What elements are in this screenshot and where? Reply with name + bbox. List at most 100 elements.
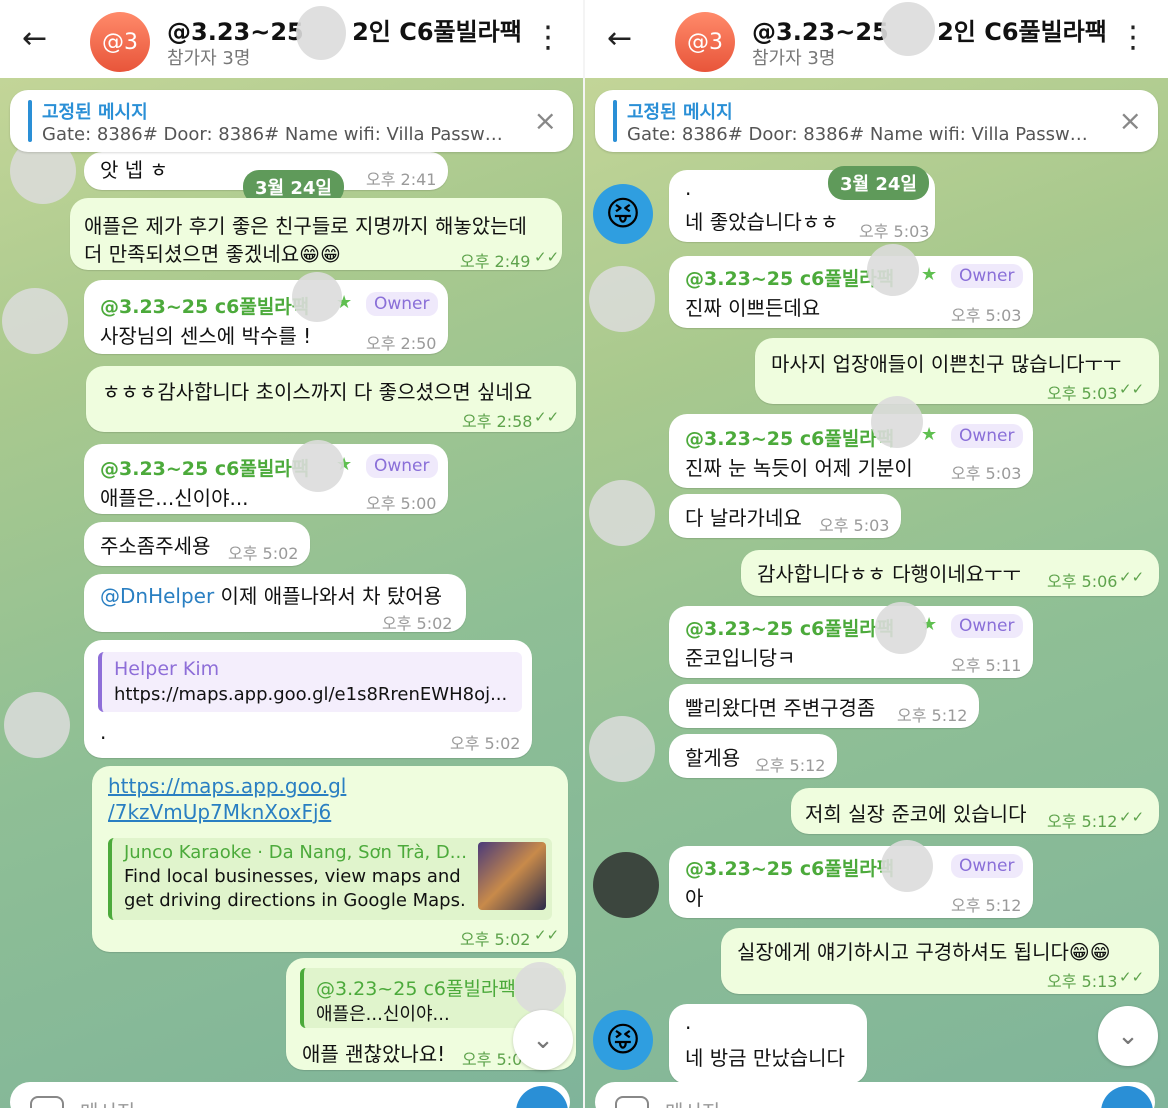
message-bubble[interactable]: 빨리왔다면 주변구경좀 오후 5:12 xyxy=(669,684,979,728)
read-check-icon: ✓✓ xyxy=(1119,568,1145,586)
scroll-down-button[interactable]: ⌄ xyxy=(513,1010,573,1070)
message-text: 실장에게 얘기하시고 구경하셔도 됩니다😁😁 xyxy=(737,940,1111,964)
reply-name: @3.23~25 c6풀빌라팩 xyxy=(316,978,516,1000)
participant-count: 참가자 3명 xyxy=(752,48,836,69)
avatar[interactable] xyxy=(2,288,68,354)
message-time: 오후 2:58 xyxy=(462,412,533,431)
message-bubble[interactable]: . 네 방금 만났습니다 xyxy=(669,1004,867,1084)
avatar[interactable] xyxy=(589,716,655,782)
link-preview[interactable]: Junco Karaoke · Da Nang, Sơn Trà, D... F… xyxy=(108,838,552,920)
message-bubble[interactable]: @3.23~25 c6풀빌라팩 ★ Owner 진짜 눈 녹듯이 어제 기분이 … xyxy=(669,414,1033,488)
message-text: 애플 괜찮았나요! xyxy=(302,1042,446,1066)
avatar[interactable] xyxy=(589,480,655,546)
read-check-icon: ✓✓ xyxy=(1119,380,1145,398)
message-bubble[interactable]: ㅎㅎㅎ감사합니다 초이스까지 다 좋으셨으면 싶네요 오후 2:58 ✓✓ xyxy=(86,366,576,432)
message-text: . xyxy=(685,1010,692,1034)
pinned-title: 고정된 메시지 xyxy=(42,102,148,123)
more-options-icon[interactable]: ⋮ xyxy=(533,20,563,56)
back-arrow-icon[interactable]: ← xyxy=(607,22,632,56)
avatar[interactable] xyxy=(589,266,655,332)
message-bubble[interactable]: @3.23~25 c6풀빌라팩 ★ Owner 사장님의 센스에 박수를 ! 오… xyxy=(84,280,448,354)
message-time: 오후 5:00 xyxy=(366,494,437,513)
message-bubble[interactable]: 실장에게 얘기하시고 구경하셔도 됩니다😁😁 오후 5:13 ✓✓ xyxy=(721,928,1159,994)
avatar[interactable]: 😝 xyxy=(593,184,653,244)
message-time: 오후 5:03 xyxy=(951,464,1022,483)
read-check-icon: ✓✓ xyxy=(534,926,560,944)
message-text: 진짜 이쁘든데요 xyxy=(685,296,821,320)
message-input-bar[interactable]: 메시지 xyxy=(595,1082,1155,1108)
more-options-icon[interactable]: ⋮ xyxy=(1118,20,1148,56)
emoji-icon[interactable] xyxy=(30,1096,64,1108)
message-text: 앗 넵 ㅎ xyxy=(100,158,168,182)
emoji-icon[interactable] xyxy=(615,1096,649,1108)
emoji-avatar-icon: 😝 xyxy=(605,194,641,234)
sender-name[interactable]: @3.23~25 c6풀빌라팩 xyxy=(685,264,894,291)
chat-title-suffix: 2인 C6풀빌라팩 xyxy=(937,18,1107,46)
message-link[interactable]: /7kzVmUp7MknXoxFj6 xyxy=(108,800,331,824)
chat-panel-left: 앗 넵 ㅎ 오후 2:41 3월 24일 애플은 제가 후기 좋은 친구들로 지… xyxy=(0,0,583,1108)
group-avatar[interactable]: @3 xyxy=(675,12,735,72)
message-bubble[interactable]: 감사합니다ㅎㅎ 다행이네요ㅜㅜ 오후 5:06 ✓✓ xyxy=(741,550,1159,596)
message-text: ㅎㅎㅎ감사합니다 초이스까지 다 좋으셨으면 싶네요 xyxy=(102,380,533,404)
message-time: 오후 5:03 xyxy=(1047,384,1118,403)
preview-text: Find local businesses, view maps and xyxy=(124,866,461,887)
avatar[interactable] xyxy=(593,852,659,918)
message-bubble[interactable]: Helper Kim https://maps.app.goo.gl/e1s8R… xyxy=(84,640,532,758)
message-bubble[interactable]: 주소좀주세용 오후 5:02 xyxy=(84,522,310,566)
owner-badge: Owner xyxy=(951,264,1023,288)
message-text: 빨리왔다면 주변구경좀 xyxy=(685,696,876,720)
preview-thumbnail xyxy=(478,842,546,910)
message-text: 마사지 업장애들이 이쁜친구 많습니다ㅜㅜ xyxy=(771,352,1122,376)
message-bubble[interactable]: 할게용 오후 5:12 xyxy=(669,734,837,778)
message-text: 진짜 눈 녹듯이 어제 기분이 xyxy=(685,456,913,480)
message-text: 준코입니당ㅋ xyxy=(685,646,796,670)
chat-header: ← @3 @3.23~25 2인 C6풀빌라팩 참가자 3명 ⋮ xyxy=(585,0,1168,78)
message-time: 오후 5:13 xyxy=(1047,972,1118,991)
message-bubble[interactable]: @3.23~25 c6풀빌라팩 ★ Owner 진짜 이쁘든데요 오후 5:03 xyxy=(669,256,1033,328)
message-bubble[interactable]: https://maps.app.goo.gl /7kzVmUp7MknXoxF… xyxy=(92,766,568,952)
privacy-blur xyxy=(514,962,566,1014)
emoji-avatar-icon: 😝 xyxy=(605,1020,641,1060)
message-input[interactable]: 메시지 xyxy=(80,1096,135,1108)
message-time: 오후 5:03 xyxy=(819,516,890,535)
avatar[interactable] xyxy=(4,692,70,758)
pinned-message[interactable]: 고정된 메시지 Gate: 8386# Door: 8386# Name wif… xyxy=(595,90,1158,152)
message-bubble[interactable]: 다 날라가네요 오후 5:03 xyxy=(669,494,901,538)
sender-name[interactable]: @3.23~25 c6풀빌라팩 xyxy=(685,854,894,881)
reply-text: 애플은...신이야... xyxy=(316,1004,450,1025)
sender-name[interactable]: @3.23~25 c6풀빌라팩 xyxy=(100,454,309,481)
message-bubble[interactable]: @DnHelper 이제 애플나와서 차 탔어용 오후 5:02 xyxy=(84,574,466,633)
message-bubble[interactable]: @3.23~25 c6풀빌라팩 ★ Owner 애플은...신이야... 오후 … xyxy=(84,444,448,514)
back-arrow-icon[interactable]: ← xyxy=(22,22,47,56)
sender-name[interactable]: @3.23~25 c6풀빌라팩 xyxy=(685,614,894,641)
message-bubble[interactable]: 애플은 제가 후기 좋은 친구들로 지명까지 해놓았는데 더 만족되셨으면 좋겠… xyxy=(70,198,562,271)
close-icon[interactable]: × xyxy=(1119,104,1142,137)
avatar[interactable]: 😝 xyxy=(593,1010,653,1070)
message-input-bar[interactable]: 메시지 xyxy=(10,1082,570,1108)
message-text: 주소좀주세용 xyxy=(100,534,211,558)
message-bubble[interactable]: 저희 실장 준코에 있습니다 오후 5:12 ✓✓ xyxy=(791,788,1159,834)
pinned-message[interactable]: 고정된 메시지 Gate: 8386# Door: 8386# Name wif… xyxy=(10,90,573,152)
message-text: 저희 실장 준코에 있습니다 xyxy=(805,802,1027,826)
message-bubble[interactable]: @3.23~25 c6풀빌라팩 ★ Owner 준코입니당ㅋ 오후 5:11 xyxy=(669,606,1033,678)
read-check-icon: ✓✓ xyxy=(534,248,560,266)
reply-quote[interactable]: Helper Kim https://maps.app.goo.gl/e1s8R… xyxy=(98,652,522,712)
message-bubble[interactable]: @3.23~25 c6풀빌라팩 Owner 아 오후 5:12 xyxy=(669,846,1033,918)
preview-title: Junco Karaoke · Da Nang, Sơn Trà, D... xyxy=(124,842,467,863)
message-time: 오후 5:02 xyxy=(460,930,531,949)
message-time: 오후 2:41 xyxy=(366,170,437,189)
message-bubble[interactable]: 마사지 업장애들이 이쁜친구 많습니다ㅜㅜ 오후 5:03 ✓✓ xyxy=(755,338,1159,404)
close-icon[interactable]: × xyxy=(534,104,557,137)
message-text: @DnHelper 이제 애플나와서 차 탔어용 xyxy=(100,580,442,609)
reply-name: Helper Kim xyxy=(114,658,220,680)
sender-name[interactable]: @3.23~25 c6풀빌라팩 xyxy=(100,292,309,319)
message-input[interactable]: 메시지 xyxy=(665,1096,720,1108)
message-link[interactable]: https://maps.app.goo.gl xyxy=(108,774,346,798)
owner-badge: Owner xyxy=(951,854,1023,878)
date-separator: 3월 24일 xyxy=(828,166,929,200)
sender-name[interactable]: @3.23~25 c6풀빌라팩 xyxy=(685,424,894,451)
group-avatar[interactable]: @3 xyxy=(90,12,150,72)
scroll-down-button[interactable]: ⌄ xyxy=(1098,1006,1158,1066)
message-time: 오후 5:03 xyxy=(951,306,1022,325)
mention-link[interactable]: @DnHelper xyxy=(100,584,214,608)
